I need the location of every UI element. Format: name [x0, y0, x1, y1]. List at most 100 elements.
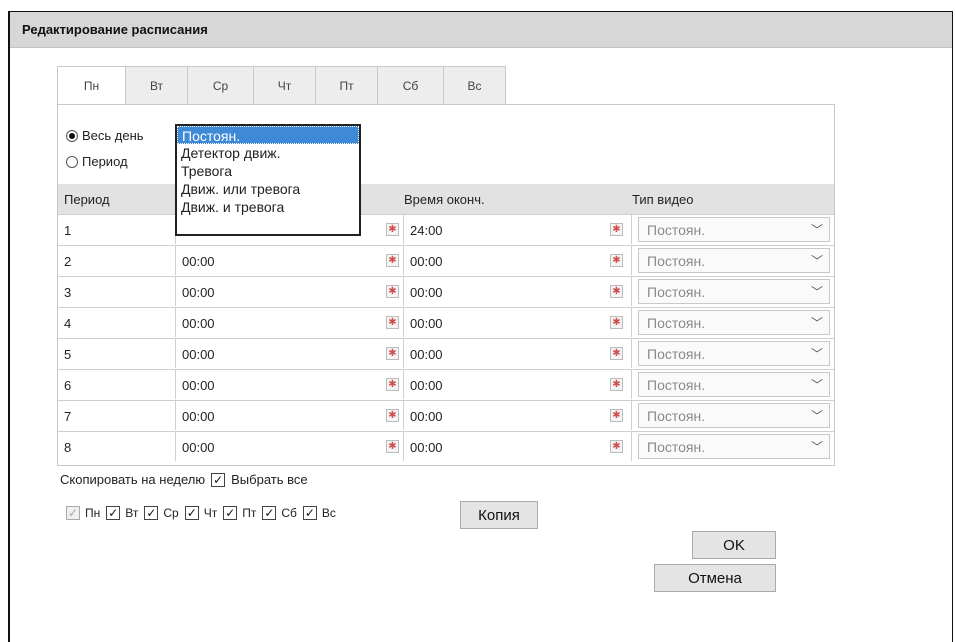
start-time[interactable]: 00:00 [182, 378, 215, 393]
tab-2[interactable]: Ср [188, 66, 254, 105]
select-all-checkbox[interactable]: ✓ [211, 472, 226, 487]
video-type-select[interactable]: Постоян. ﹀ [638, 403, 830, 428]
video-type-select[interactable]: Постоян. ﹀ [638, 341, 830, 366]
end-time[interactable]: 00:00 [410, 316, 443, 331]
listbox-option[interactable]: Постоян. [177, 126, 359, 144]
chevron-down-icon: ﹀ [810, 347, 823, 361]
start-time[interactable]: 00:00 [182, 285, 215, 300]
period-number-cell: 3 [58, 277, 176, 306]
start-time[interactable]: 00:00 [182, 254, 215, 269]
dialog-title: Редактирование расписания [22, 22, 208, 37]
start-time-cell[interactable]: 00:00 ✱ [176, 277, 404, 306]
end-time[interactable]: 00:00 [410, 440, 443, 455]
end-time[interactable]: 00:00 [410, 254, 443, 269]
clock-icon[interactable]: ✱ [610, 316, 623, 329]
all-day-option[interactable]: Весь день [66, 128, 144, 143]
day-checkbox[interactable]: ✓ [144, 506, 159, 520]
clock-icon[interactable]: ✱ [386, 223, 399, 236]
start-time[interactable]: 00:00 [182, 409, 215, 424]
end-time-cell[interactable]: 00:00 ✱ [404, 432, 632, 461]
all-day-radio[interactable] [66, 129, 78, 142]
video-type-select[interactable]: Постоян. ﹀ [638, 434, 830, 459]
clock-icon[interactable]: ✱ [386, 285, 399, 298]
listbox-option[interactable]: Тревога [177, 162, 359, 180]
day-checkbox[interactable]: ✓ [106, 506, 121, 520]
clock-icon[interactable]: ✱ [386, 440, 399, 453]
tab-6[interactable]: Вс [444, 66, 506, 105]
clock-icon[interactable]: ✱ [610, 223, 623, 236]
period-number: 6 [64, 378, 72, 393]
clock-icon[interactable]: ✱ [386, 347, 399, 360]
cancel-button[interactable]: Отмена [654, 564, 776, 592]
video-type-select[interactable]: Постоян. ﹀ [638, 310, 830, 335]
copy-day-2[interactable]: ✓ Ср [144, 506, 179, 520]
end-time[interactable]: 24:00 [410, 223, 443, 238]
end-time-cell[interactable]: 00:00 ✱ [404, 308, 632, 337]
video-type-value: Постоян. [647, 222, 706, 238]
start-time-cell[interactable]: 00:00 ✱ [176, 370, 404, 399]
start-time-cell[interactable]: 00:00 ✱ [176, 308, 404, 337]
period-label: Период [82, 154, 128, 169]
tab-5[interactable]: Сб [378, 66, 444, 105]
day-checkbox[interactable]: ✓ [262, 506, 277, 520]
end-time[interactable]: 00:00 [410, 285, 443, 300]
copy-day-1[interactable]: ✓ Вт [106, 506, 138, 520]
end-time[interactable]: 00:00 [410, 347, 443, 362]
table-row: 8 00:00 ✱ 00:00 ✱ Постоян. ﹀ [58, 431, 834, 461]
video-type-select[interactable]: Постоян. ﹀ [638, 217, 830, 242]
clock-icon[interactable]: ✱ [386, 409, 399, 422]
listbox-option[interactable]: Движ. или тревога [177, 180, 359, 198]
clock-icon[interactable]: ✱ [386, 254, 399, 267]
video-type-value: Постоян. [647, 315, 706, 331]
listbox-option[interactable]: Движ. и тревога [177, 198, 359, 216]
copy-day-0[interactable]: ✓ Пн [66, 506, 100, 520]
video-type-value: Постоян. [647, 439, 706, 455]
end-time-cell[interactable]: 00:00 ✱ [404, 401, 632, 430]
clock-icon[interactable]: ✱ [386, 316, 399, 329]
video-type-select[interactable]: Постоян. ﹀ [638, 372, 830, 397]
start-time-cell[interactable]: 00:00 ✱ [176, 339, 404, 368]
day-checkbox-label: Ср [163, 506, 179, 520]
end-time[interactable]: 00:00 [410, 378, 443, 393]
start-time[interactable]: 00:00 [182, 316, 215, 331]
end-time-cell[interactable]: 00:00 ✱ [404, 370, 632, 399]
video-type-select[interactable]: Постоян. ﹀ [638, 248, 830, 273]
start-time[interactable]: 00:00 [182, 347, 215, 362]
period-option[interactable]: Период [66, 154, 128, 169]
copy-day-5[interactable]: ✓ Сб [262, 506, 297, 520]
copy-day-4[interactable]: ✓ Пт [223, 506, 256, 520]
recording-type-listbox[interactable]: Постоян. Детектор движ. Тревога Движ. или т… [175, 124, 361, 236]
tab-3[interactable]: Чт [254, 66, 316, 105]
chevron-down-icon: ﹀ [810, 254, 823, 268]
period-radio[interactable] [66, 155, 78, 168]
video-type-select[interactable]: Постоян. ﹀ [638, 279, 830, 304]
clock-icon[interactable]: ✱ [610, 409, 623, 422]
tab-4[interactable]: Пт [316, 66, 378, 105]
start-time-cell[interactable]: 00:00 ✱ [176, 432, 404, 461]
tab-1[interactable]: Вт [126, 66, 188, 105]
copy-day-3[interactable]: ✓ Чт [184, 506, 217, 520]
clock-icon[interactable]: ✱ [610, 378, 623, 391]
end-time[interactable]: 00:00 [410, 409, 443, 424]
start-time-cell[interactable]: 00:00 ✱ [176, 401, 404, 430]
copy-day-6[interactable]: ✓ Вс [302, 506, 336, 520]
start-time[interactable]: 00:00 [182, 440, 215, 455]
start-time-cell[interactable]: 00:00 ✱ [176, 246, 404, 275]
all-day-label: Весь день [82, 128, 144, 143]
clock-icon[interactable]: ✱ [610, 285, 623, 298]
day-checkbox[interactable]: ✓ [302, 506, 317, 520]
day-checkbox[interactable]: ✓ [223, 506, 238, 520]
copy-button[interactable]: Копия [460, 501, 538, 529]
tab-0[interactable]: Пн [57, 66, 126, 105]
clock-icon[interactable]: ✱ [386, 378, 399, 391]
listbox-option[interactable]: Детектор движ. [177, 144, 359, 162]
end-time-cell[interactable]: 00:00 ✱ [404, 339, 632, 368]
end-time-cell[interactable]: 24:00 ✱ [404, 215, 632, 244]
day-checkbox[interactable]: ✓ [184, 506, 199, 520]
end-time-cell[interactable]: 00:00 ✱ [404, 246, 632, 275]
clock-icon[interactable]: ✱ [610, 440, 623, 453]
end-time-cell[interactable]: 00:00 ✱ [404, 277, 632, 306]
clock-icon[interactable]: ✱ [610, 254, 623, 267]
ok-button[interactable]: OK [692, 531, 776, 559]
clock-icon[interactable]: ✱ [610, 347, 623, 360]
